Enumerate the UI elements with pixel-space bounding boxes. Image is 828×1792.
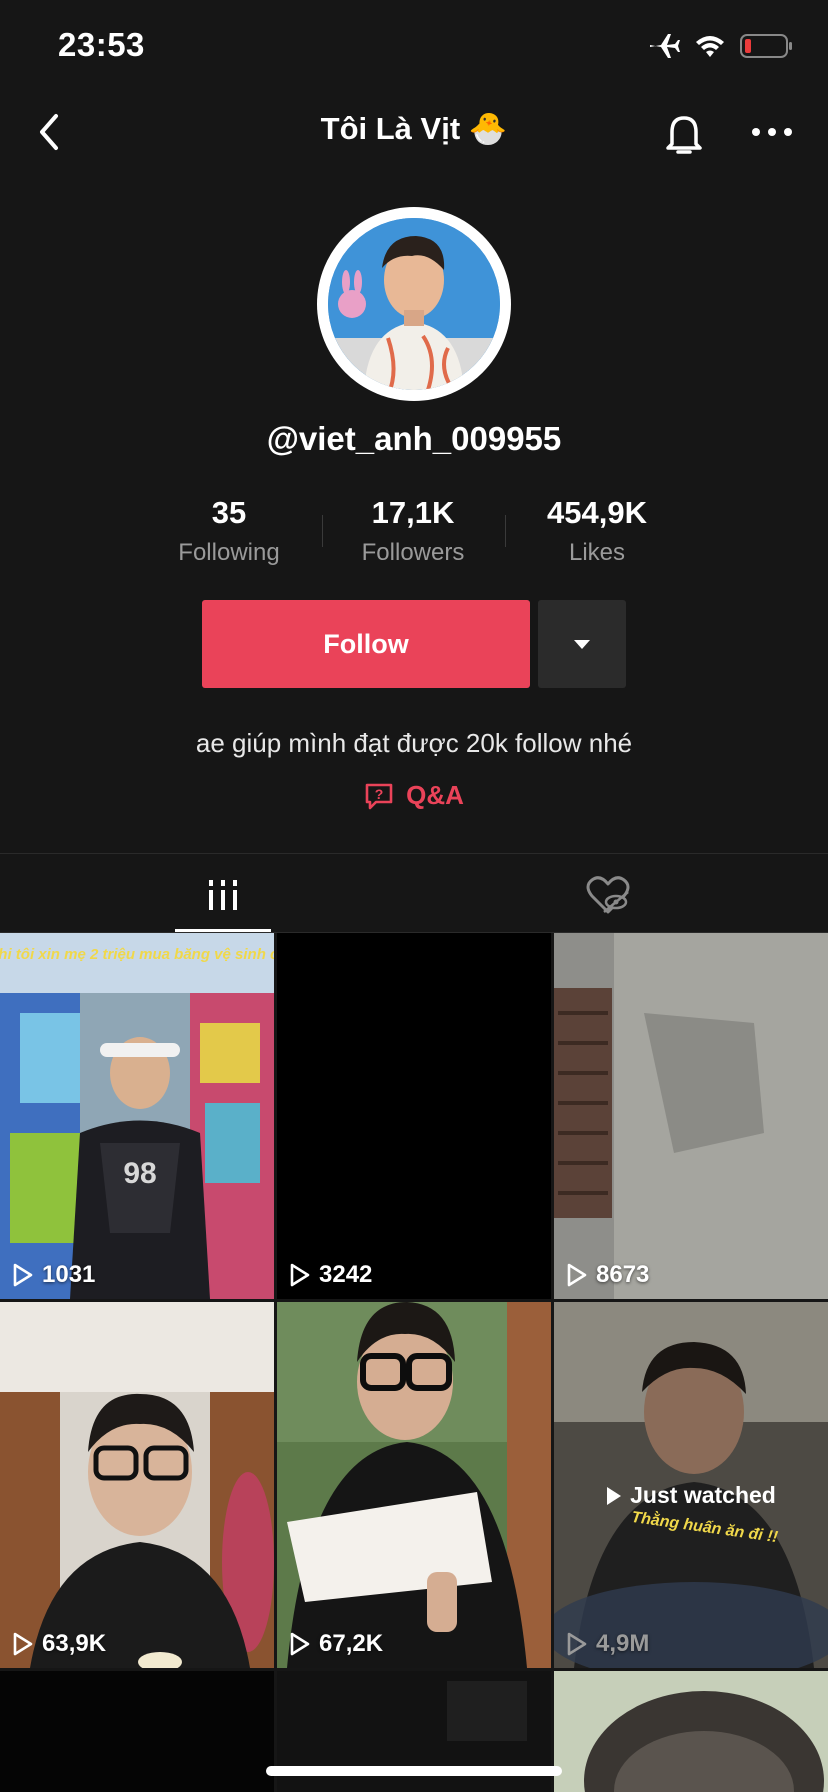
video-thumbnail[interactable]: 3242 bbox=[277, 933, 551, 1299]
home-indicator bbox=[266, 1766, 562, 1776]
username: @viet_anh_009955 bbox=[266, 420, 562, 457]
stat-followers[interactable]: 17,1K Followers bbox=[323, 495, 503, 567]
play-icon bbox=[290, 1632, 310, 1656]
video-thumbnail[interactable] bbox=[554, 1671, 828, 1792]
play-icon bbox=[13, 1632, 33, 1656]
view-count: 4,9M bbox=[566, 1630, 649, 1658]
qa-link[interactable]: ? Q&A bbox=[0, 780, 828, 811]
videos-grid-icon[interactable] bbox=[175, 858, 271, 932]
video-caption: Khi tôi xin mẹ 2 triệu mua băng vệ sinh … bbox=[0, 946, 274, 963]
play-icon bbox=[13, 1263, 33, 1287]
follow-button[interactable]: Follow bbox=[202, 600, 530, 688]
stat-divider bbox=[505, 515, 506, 547]
jersey-number: 98 bbox=[123, 1157, 156, 1190]
stat-following[interactable]: 35 Following bbox=[139, 495, 319, 567]
video-thumbnail[interactable]: 8673 bbox=[554, 933, 828, 1299]
avatar[interactable] bbox=[328, 218, 500, 390]
followers-count: 17,1K bbox=[371, 495, 455, 530]
tabs-divider bbox=[0, 853, 828, 854]
view-count: 8673 bbox=[566, 1261, 649, 1289]
view-count-value: 3242 bbox=[319, 1261, 373, 1288]
svg-text:?: ? bbox=[375, 786, 384, 802]
qa-label: Q&A bbox=[406, 780, 464, 810]
view-count-value: 63,9K bbox=[42, 1630, 107, 1657]
more-options-icon[interactable] bbox=[748, 118, 796, 146]
view-count-value: 4,9M bbox=[596, 1630, 650, 1657]
video-thumbnail[interactable]: 63,9K bbox=[0, 1302, 274, 1668]
view-count: 3242 bbox=[289, 1261, 372, 1289]
qa-icon: ? bbox=[365, 783, 393, 809]
view-count: 63,9K bbox=[12, 1630, 106, 1658]
liked-hidden-icon[interactable] bbox=[560, 858, 656, 932]
just-watched-text: Just watched bbox=[630, 1482, 776, 1508]
following-label: Following bbox=[178, 539, 280, 566]
just-watched-label: Just watched bbox=[554, 1482, 828, 1509]
view-count: 1031 bbox=[12, 1261, 95, 1289]
video-thumbnail[interactable]: Thằng huấn ăn đi !! Just watched 4,9M bbox=[554, 1302, 828, 1668]
status-time: 23:53 bbox=[58, 26, 145, 63]
view-count-value: 1031 bbox=[42, 1261, 96, 1288]
play-icon bbox=[290, 1263, 310, 1287]
likes-label: Likes bbox=[568, 539, 626, 566]
video-thumbnail[interactable]: 98 Khi tôi xin mẹ 2 triệu mua băng vệ si… bbox=[0, 933, 274, 1299]
wifi-icon bbox=[696, 36, 724, 57]
suggested-accounts-button[interactable] bbox=[538, 600, 626, 688]
airplane-icon bbox=[650, 34, 680, 58]
bio-text: ae giúp mình đạt được 20k follow nhé bbox=[195, 728, 633, 758]
battery-icon bbox=[740, 34, 792, 58]
following-count: 35 bbox=[211, 495, 247, 530]
video-thumbnail[interactable]: 67,2K bbox=[277, 1302, 551, 1668]
video-thumbnail[interactable] bbox=[0, 1671, 274, 1792]
bell-icon[interactable] bbox=[662, 110, 706, 158]
play-icon bbox=[567, 1263, 587, 1287]
view-count-value: 67,2K bbox=[319, 1630, 384, 1657]
likes-count: 454,9K bbox=[547, 495, 647, 530]
caret-down-icon bbox=[574, 640, 590, 649]
view-count: 67,2K bbox=[289, 1630, 383, 1658]
play-filled-icon bbox=[607, 1486, 622, 1505]
followers-label: Followers bbox=[361, 539, 465, 566]
status-icons bbox=[648, 32, 794, 60]
play-icon bbox=[567, 1632, 587, 1656]
view-count-value: 8673 bbox=[596, 1261, 650, 1288]
stat-likes[interactable]: 454,9K Likes bbox=[507, 495, 687, 567]
